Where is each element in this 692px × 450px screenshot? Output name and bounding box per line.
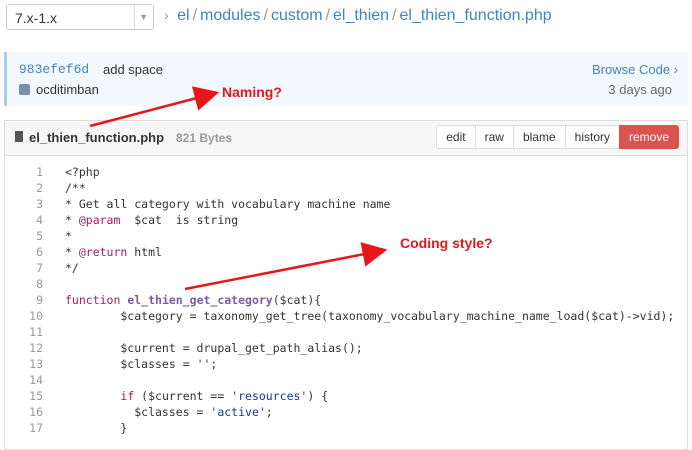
arrow-naming <box>89 86 220 128</box>
arrow-coding-style <box>184 242 388 291</box>
annotation-arrows <box>89 86 388 291</box>
